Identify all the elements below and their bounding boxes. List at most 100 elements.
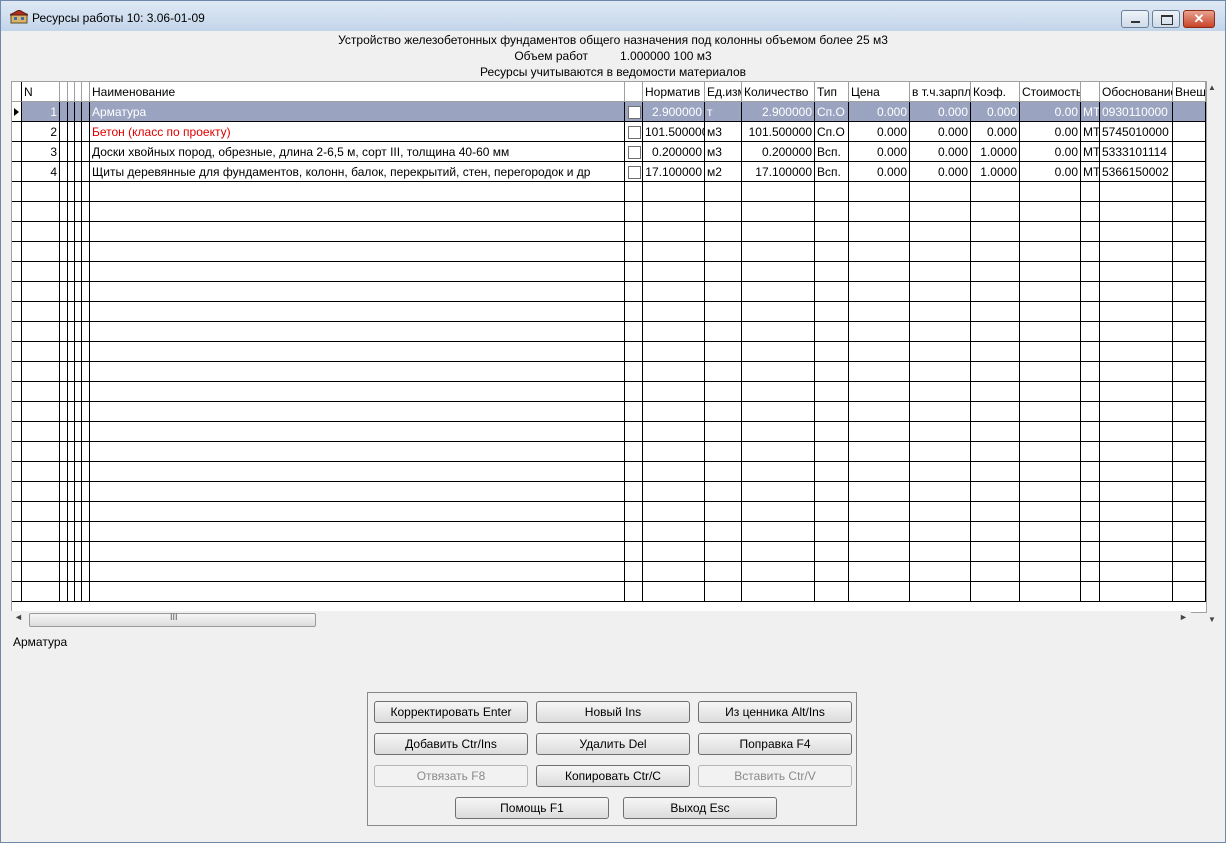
empty-table-row[interactable]	[12, 262, 1206, 282]
scroll-down-icon[interactable]: ▼	[1208, 615, 1216, 624]
cell-b4	[82, 522, 90, 542]
empty-table-row[interactable]	[12, 462, 1206, 482]
empty-table-row[interactable]	[12, 302, 1206, 322]
correct-button[interactable]: Корректировать Enter	[374, 701, 528, 723]
column-header-type[interactable]: Тип	[815, 82, 849, 102]
empty-table-row[interactable]	[12, 322, 1206, 342]
empty-table-row[interactable]	[12, 442, 1206, 462]
vertical-scrollbar[interactable]: ▲ ▼	[1207, 81, 1217, 629]
column-header-coef[interactable]: Коэф.	[971, 82, 1020, 102]
add-button[interactable]: Добавить Ctr/Ins	[374, 733, 528, 755]
empty-table-row[interactable]	[12, 202, 1206, 222]
empty-table-row[interactable]	[12, 362, 1206, 382]
row-checkbox[interactable]	[628, 126, 641, 140]
close-button[interactable]: ✕	[1183, 10, 1215, 28]
table-row[interactable]: 4 Щиты деревянные для фундаментов, колонн…	[12, 162, 1206, 182]
cell-name	[90, 442, 625, 462]
cell-b3	[75, 222, 82, 242]
minimize-button[interactable]	[1121, 10, 1149, 28]
cell-cost	[1020, 382, 1081, 402]
column-header-price[interactable]: Цена	[849, 82, 910, 102]
from-catalog-button[interactable]: Из ценника Alt/Ins	[698, 701, 852, 723]
empty-table-row[interactable]	[12, 282, 1206, 302]
correction-button[interactable]: Поправка F4	[698, 733, 852, 755]
row-checkbox[interactable]	[628, 106, 641, 120]
cell-basis	[1100, 282, 1173, 302]
cell-ind	[12, 582, 22, 602]
column-header-cost[interactable]: Стоимость	[1020, 82, 1081, 102]
exit-button[interactable]: Выход Esc	[623, 797, 777, 819]
cell-type	[815, 462, 849, 482]
column-header-ext[interactable]: Внеш	[1173, 82, 1206, 102]
empty-table-row[interactable]	[12, 522, 1206, 542]
empty-table-row[interactable]	[12, 482, 1206, 502]
column-header-norm[interactable]: Норматив	[643, 82, 705, 102]
cell-src	[1081, 522, 1100, 542]
empty-table-row[interactable]	[12, 182, 1206, 202]
cell-b4	[82, 402, 90, 422]
table-row[interactable]: 3 Доски хвойных пород, обрезные, длина 2-…	[12, 142, 1206, 162]
empty-table-row[interactable]	[12, 382, 1206, 402]
cell-unit	[705, 182, 742, 202]
cell-chk	[625, 502, 643, 522]
cell-cost	[1020, 362, 1081, 382]
empty-table-row[interactable]	[12, 222, 1206, 242]
paste-button[interactable]: Вставить Ctr/V	[698, 765, 852, 787]
column-header-basis[interactable]: Обоснование	[1100, 82, 1173, 102]
cell-b1	[60, 282, 68, 302]
scroll-left-icon[interactable]: ◄	[14, 612, 23, 622]
empty-table-row[interactable]	[12, 542, 1206, 562]
cell-basis	[1100, 362, 1173, 382]
column-header-qty[interactable]: Количество	[742, 82, 815, 102]
column-header-wage[interactable]: в т.ч.зарпл	[910, 82, 971, 102]
cell-type: Сп.О	[815, 102, 849, 122]
cell-norm	[643, 562, 705, 582]
cell-b2	[68, 562, 75, 582]
cell-cost	[1020, 562, 1081, 582]
scroll-right-icon[interactable]: ►	[1179, 612, 1188, 622]
scroll-up-icon[interactable]: ▲	[1208, 83, 1216, 92]
maximize-button[interactable]	[1152, 10, 1180, 28]
cell-price	[849, 522, 910, 542]
cell-norm: 0.200000	[643, 142, 705, 162]
cell-wage	[910, 482, 971, 502]
row-checkbox[interactable]	[628, 146, 641, 160]
cell-b1	[60, 182, 68, 202]
cell-b3	[75, 142, 82, 162]
cell-wage: 0.000	[910, 142, 971, 162]
horizontal-scroll-thumb[interactable]: III	[29, 612, 316, 627]
delete-button[interactable]: Удалить Del	[536, 733, 690, 755]
cell-b4	[82, 162, 90, 182]
cell-unit: м3	[705, 142, 742, 162]
cell-norm	[643, 222, 705, 242]
empty-table-row[interactable]	[12, 342, 1206, 362]
new-button[interactable]: Новый Ins	[536, 701, 690, 723]
cell-src	[1081, 362, 1100, 382]
cell-name	[90, 202, 625, 222]
cell-b1	[60, 522, 68, 542]
empty-table-row[interactable]	[12, 562, 1206, 582]
empty-table-row[interactable]	[12, 402, 1206, 422]
table-row[interactable]: 2 Бетон (класс по проекту) 101.500000 м3 101…	[12, 122, 1206, 142]
unbind-button[interactable]: Отвязать F8	[374, 765, 528, 787]
help-button[interactable]: Помощь F1	[455, 797, 609, 819]
cell-type	[815, 542, 849, 562]
empty-table-row[interactable]	[12, 242, 1206, 262]
row-checkbox[interactable]	[628, 166, 641, 180]
empty-table-row[interactable]	[12, 422, 1206, 442]
horizontal-scrollbar[interactable]: ◄ III ►	[11, 611, 1191, 627]
cell-cost	[1020, 422, 1081, 442]
copy-button[interactable]: Копировать Ctr/C	[536, 765, 690, 787]
cell-b3	[75, 122, 82, 142]
empty-table-row[interactable]	[12, 502, 1206, 522]
resources-table[interactable]: N Наименование Норматив Ед.изм Количество Тип…	[11, 81, 1207, 613]
cell-price	[849, 222, 910, 242]
empty-table-row[interactable]	[12, 582, 1206, 602]
cell-basis: 5366150002	[1100, 162, 1173, 182]
title-bar[interactable]: Ресурсы работы 10: 3.06-01-09 ✕	[1, 1, 1225, 31]
column-header-n[interactable]: N	[22, 82, 60, 102]
column-header-name[interactable]: Наименование	[90, 82, 625, 102]
cell-qty	[742, 562, 815, 582]
column-header-unit[interactable]: Ед.изм	[705, 82, 742, 102]
table-row[interactable]: 1 Арматура 2.900000 т 2.900000 Сп.О 0.000 0.000…	[12, 102, 1206, 122]
